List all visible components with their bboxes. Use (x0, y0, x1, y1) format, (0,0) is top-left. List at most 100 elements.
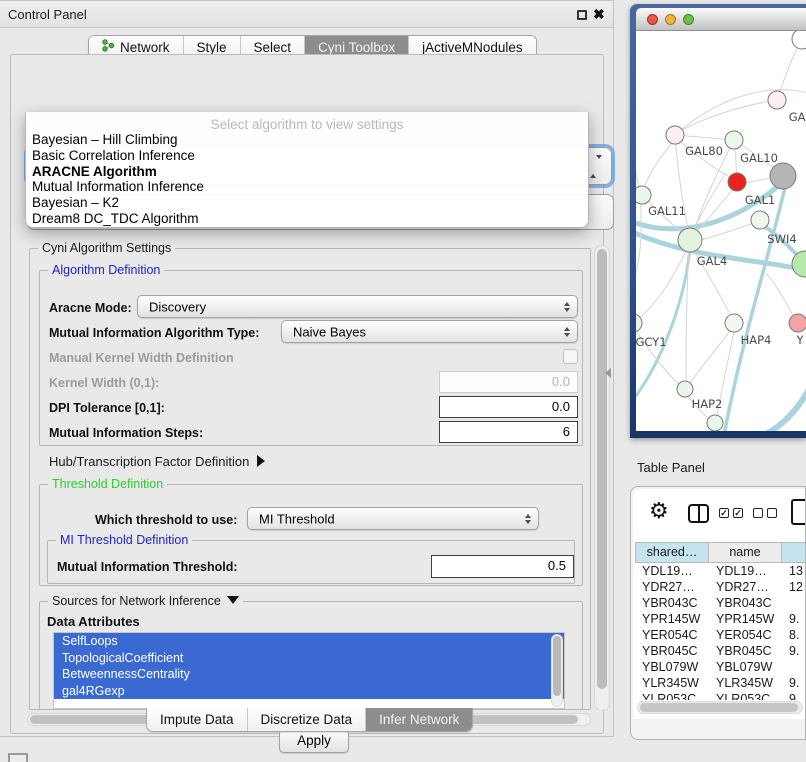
attribute-item[interactable]: TopologicalCoefficient (54, 650, 564, 667)
algorithm-option[interactable]: Mutual Information Inference (26, 179, 588, 195)
column-header[interactable]: shared… (635, 542, 709, 563)
tab-discretize-data[interactable]: Discretize Data (248, 708, 367, 731)
mi-algorithm-type-combobox[interactable]: Naive Bayes (281, 320, 578, 343)
table-cell: YBR045C (635, 643, 709, 659)
table-row[interactable]: YPR145WYPR145W9. (635, 611, 805, 627)
sources-group-title[interactable]: Sources for Network Inference (48, 594, 243, 608)
kernel-width-label: Kernel Width (0,1): (49, 376, 159, 390)
network-edge[interactable] (675, 90, 806, 135)
table-cell: YLR053C (709, 691, 782, 700)
network-window-titlebar[interactable] (636, 8, 806, 31)
attributes-scrollbar[interactable] (551, 634, 563, 707)
zoom-traffic-light-icon[interactable] (683, 14, 694, 25)
mi-threshold-field[interactable]: 0.5 (431, 555, 574, 578)
node-gal80[interactable] (666, 126, 684, 144)
node-gal1-label: GAL1 (745, 193, 776, 207)
node-swi4[interactable] (751, 211, 769, 229)
apply-button[interactable]: Apply (279, 729, 349, 753)
table-cell: 12 (782, 579, 805, 595)
table-row[interactable]: YBR045CYBR045C9. (635, 643, 805, 659)
column-header[interactable]: name (709, 542, 782, 563)
table-row[interactable]: YDR27…YDR27…12 (635, 579, 805, 595)
network-edge[interactable] (688, 326, 734, 386)
table-cell: YBR043C (635, 595, 709, 611)
gear-icon[interactable]: ⚙ (649, 498, 669, 524)
aracne-mode-combobox[interactable]: Discovery (137, 295, 578, 318)
node-hap2[interactable] (677, 381, 693, 397)
network-edge[interactable] (636, 247, 688, 323)
panel-divider-collapse-arrow[interactable] (605, 368, 611, 378)
page-icon[interactable] (791, 499, 805, 525)
node-gal80-label: GAL80 (685, 144, 723, 158)
tab-impute-data[interactable]: Impute Data (147, 708, 248, 731)
algorithm-option[interactable]: Dream8 DC_TDC Algorithm (26, 211, 588, 227)
float-window-icon[interactable] (577, 10, 587, 20)
close-icon[interactable]: ✖ (593, 6, 605, 23)
node-gal2[interactable] (768, 91, 786, 109)
table-cell: YLR345W (635, 675, 709, 691)
algorithm-option[interactable]: ARACNE Algorithm (26, 164, 588, 180)
table-header-row: shared…name (635, 542, 805, 563)
network-canvas[interactable]: GAL2GAL80GAL10GAL1GAL11SWI4GAL4GCY1HAP4Y… (636, 31, 806, 431)
attribute-item[interactable]: gal4RGexp (54, 683, 564, 700)
attribute-item[interactable]: BetweennessCentrality (54, 666, 564, 683)
threshold-definition-title: Threshold Definition (48, 477, 167, 491)
table-row[interactable]: YLR345WYLR345W9. (635, 675, 805, 691)
algorithm-option[interactable]: Basic Correlation Inference (26, 148, 588, 164)
algorithm-popup-list: Bayesian – Hill ClimbingBasic Correlatio… (26, 132, 588, 227)
node-gal4-label: GAL4 (697, 254, 728, 268)
table-cell: YPR145W (635, 611, 709, 627)
table-horizontal-scrollbar[interactable] (637, 701, 803, 714)
data-attributes-label: Data Attributes (47, 614, 140, 629)
kernel-width-field[interactable]: 0.0 (439, 371, 578, 393)
cyni-toolbox-panel: gal-filtered sif default node Select alg… (10, 54, 604, 734)
node-gal2-label: GAL2 (789, 110, 806, 124)
select-all-checkboxes-icon[interactable]: ✓✓ (719, 508, 743, 518)
node-hap4[interactable] (725, 314, 743, 332)
network-edge[interactable] (677, 100, 777, 133)
control-panel-title: Control Panel (8, 7, 87, 22)
dpi-tolerance-field[interactable]: 0.0 (439, 396, 578, 418)
column-header[interactable] (782, 542, 805, 563)
node-gal1[interactable] (728, 173, 746, 191)
minimize-traffic-light-icon[interactable] (665, 14, 676, 25)
network-edge[interactable] (636, 247, 690, 403)
table-row[interactable]: YBL079WYBL079W (635, 659, 805, 675)
node-gal11[interactable] (636, 186, 651, 204)
node-bottom[interactable] (707, 415, 723, 431)
node-gcy1-label: GCY1 (636, 335, 667, 349)
expanded-arrow-icon (227, 596, 239, 604)
columns-icon[interactable] (688, 504, 709, 523)
algorithm-option[interactable]: Bayesian – Hill Climbing (26, 132, 588, 148)
close-traffic-light-icon[interactable] (647, 14, 658, 25)
hub-definition-toggle[interactable]: Hub/Transcription Factor Definition (49, 454, 265, 469)
deselect-all-checkboxes-icon[interactable] (753, 508, 777, 518)
which-threshold-label: Which threshold to use: (95, 513, 237, 527)
data-attributes-list[interactable]: SelfLoopsTopologicalCoefficientBetweenne… (53, 632, 565, 709)
network-edge[interactable] (693, 184, 737, 237)
table-row[interactable]: YDL19…YDL19…13 (635, 563, 805, 579)
table-row[interactable]: YLR053CYLR053C9. (635, 691, 805, 700)
node-y[interactable] (789, 314, 806, 332)
mi-threshold-label: Mutual Information Threshold: (57, 560, 238, 574)
manual-kernel-width-label: Manual Kernel Width Definition (49, 351, 234, 365)
node-gray[interactable] (770, 163, 796, 189)
which-threshold-combobox[interactable]: MI Threshold (247, 507, 539, 530)
network-edge[interactable] (643, 137, 677, 193)
node-top-white[interactable] (792, 31, 806, 49)
manual-kernel-width-checkbox[interactable] (563, 349, 578, 364)
node-gal10[interactable] (725, 131, 743, 149)
table-cell: YER054C (709, 627, 782, 643)
mi-steps-field[interactable]: 6 (439, 421, 578, 443)
tab-infer-network[interactable]: Infer Network (366, 708, 472, 731)
node-green-right[interactable] (792, 251, 806, 277)
node-swi4-label: SWI4 (767, 232, 796, 246)
table-row[interactable]: YER054CYER054C8. (635, 627, 805, 643)
settings-vertical-scrollbar[interactable] (594, 245, 610, 711)
table-cell: YPR145W (709, 611, 782, 627)
attribute-item[interactable]: SelfLoops (54, 633, 564, 650)
node-gal10-label: GAL10 (740, 151, 778, 165)
node-gal4[interactable] (678, 228, 702, 252)
algorithm-option[interactable]: Bayesian – K2 (26, 195, 588, 211)
table-row[interactable]: YBR043CYBR043C (635, 595, 805, 611)
